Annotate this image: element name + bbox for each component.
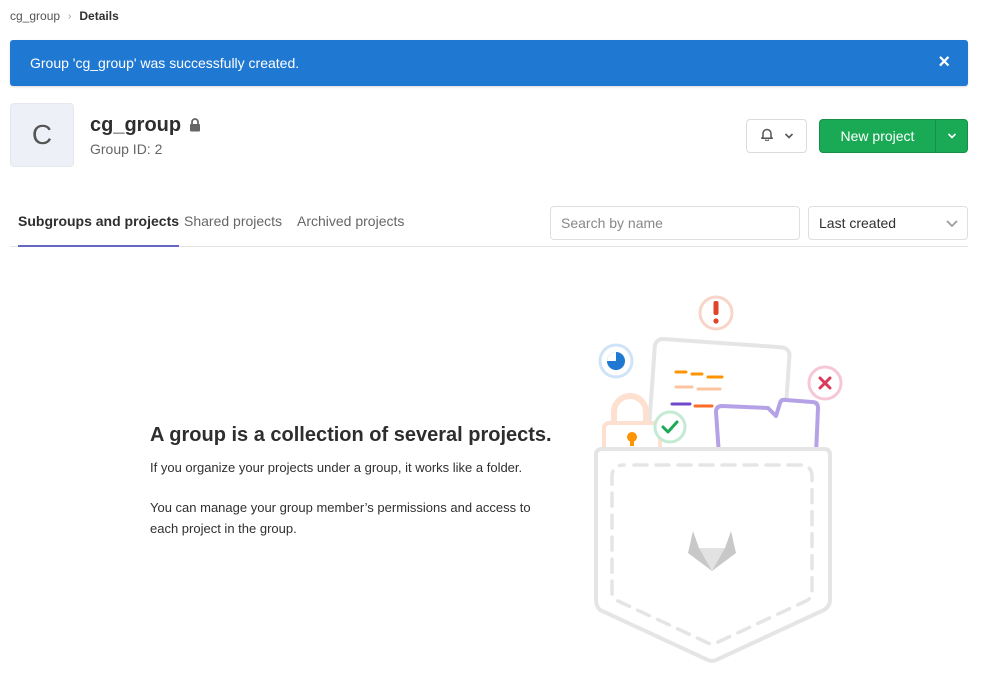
empty-state-permissions-text: You can manage your group member’s permi… [150, 500, 531, 536]
new-project-button[interactable]: New project [820, 120, 935, 152]
new-project-split-button: New project [819, 119, 968, 153]
success-flash-banner: Group 'cg_group' was successfully create… [10, 40, 968, 86]
tab-subgroups-and-projects[interactable]: Subgroups and projects [18, 213, 180, 247]
search-input[interactable] [550, 206, 800, 240]
flash-message: Group 'cg_group' was successfully create… [30, 55, 300, 71]
chevron-right-icon: › [68, 10, 72, 22]
bell-icon [760, 127, 774, 146]
group-id: Group ID: 2 [90, 140, 163, 157]
sort-dropdown[interactable]: Last created [808, 206, 968, 240]
tab-archived-projects[interactable]: Archived projects [297, 213, 404, 245]
notification-settings-button[interactable] [746, 119, 807, 153]
group-avatar: C [10, 103, 74, 167]
chart-icon [598, 343, 634, 379]
empty-group-illustration [594, 295, 843, 663]
empty-state-title: A group is a collection of several proje… [150, 424, 552, 446]
new-project-dropdown-toggle[interactable] [935, 120, 967, 152]
close-icon[interactable]: × [938, 52, 950, 72]
error-icon [807, 365, 843, 401]
chevron-down-icon [784, 127, 794, 145]
alert-icon [698, 295, 734, 331]
breadcrumb-current: Details [79, 9, 119, 23]
breadcrumb-group-link[interactable]: cg_group [10, 9, 60, 23]
group-name: cg_group [90, 113, 182, 136]
tab-shared-projects[interactable]: Shared projects [184, 213, 282, 245]
empty-state-description: If you organize your projects under a gr… [150, 460, 523, 475]
group-header: C cg_group Group ID: 2 [10, 103, 201, 167]
folder-icon [714, 397, 820, 457]
check-icon [653, 410, 687, 444]
group-name-row: cg_group [90, 114, 201, 137]
chevron-down-icon [945, 217, 959, 233]
chevron-down-icon [947, 133, 956, 139]
lock-icon [189, 118, 201, 132]
sort-selected-label: Last created [819, 215, 897, 231]
breadcrumb: cg_group › Details [10, 9, 119, 23]
